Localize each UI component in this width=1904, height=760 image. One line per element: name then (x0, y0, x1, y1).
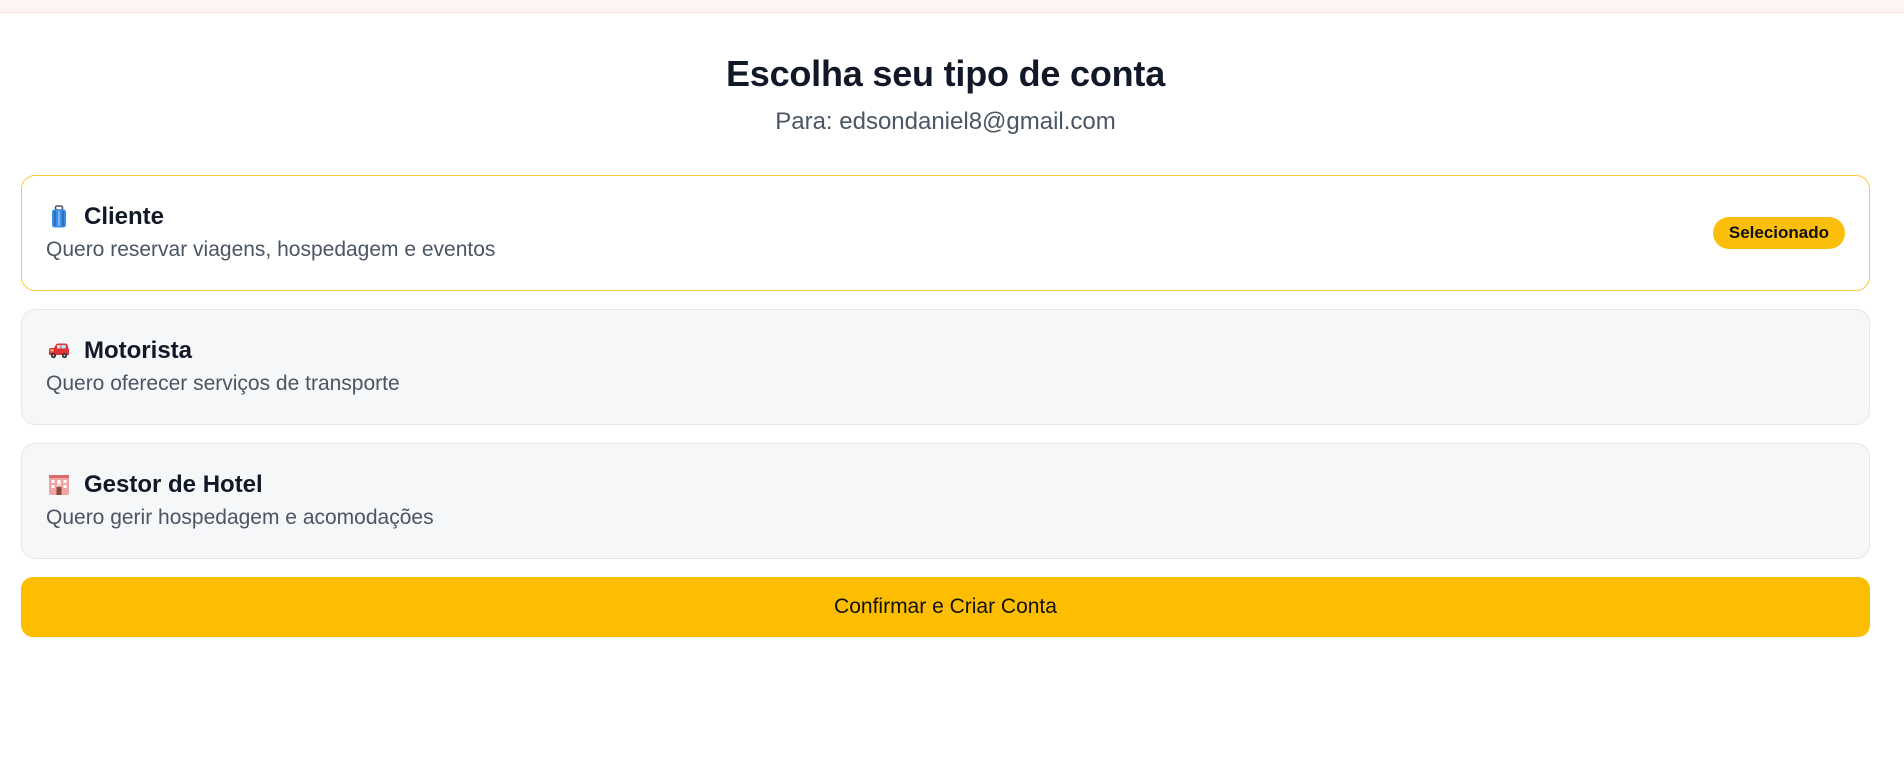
luggage-icon (46, 204, 72, 230)
account-email-subtitle: Para: edsondaniel8@gmail.com (775, 108, 1116, 135)
option-title: Gestor de Hotel (84, 471, 263, 498)
page-title: Escolha seu tipo de conta (725, 53, 1166, 94)
option-card-gestor-de-hotel[interactable]: H Gestor de Hotel Quero gerir hospedagem… (21, 443, 1870, 559)
option-description: Quero gerir hospedagem e acomodações (46, 506, 434, 529)
option-title-row: H Gestor de Hotel (46, 470, 1845, 500)
option-title: Motorista (84, 337, 192, 364)
confirm-create-account-button[interactable]: Confirmar e Criar Conta (21, 577, 1870, 637)
account-type-panel: Escolha seu tipo de conta Para: edsondan… (21, 12, 1870, 637)
option-card-cliente[interactable]: Cliente Quero reservar viagens, hospedag… (21, 175, 1870, 291)
hotel-icon: H (46, 472, 72, 498)
svg-text:H: H (57, 482, 61, 488)
selected-badge: Selecionado (1712, 217, 1845, 249)
option-title-row: Motorista (46, 336, 1845, 366)
option-description: Quero reservar viagens, hospedagem e eve… (46, 238, 496, 261)
option-card-motorista[interactable]: Motorista Quero oferecer serviços de tra… (21, 309, 1870, 425)
option-title: Cliente (84, 203, 165, 230)
car-icon (46, 338, 72, 364)
option-description: Quero oferecer serviços de transporte (46, 372, 400, 395)
option-title-row: Cliente (46, 202, 1845, 232)
account-type-options: Cliente Quero reservar viagens, hospedag… (21, 175, 1870, 559)
